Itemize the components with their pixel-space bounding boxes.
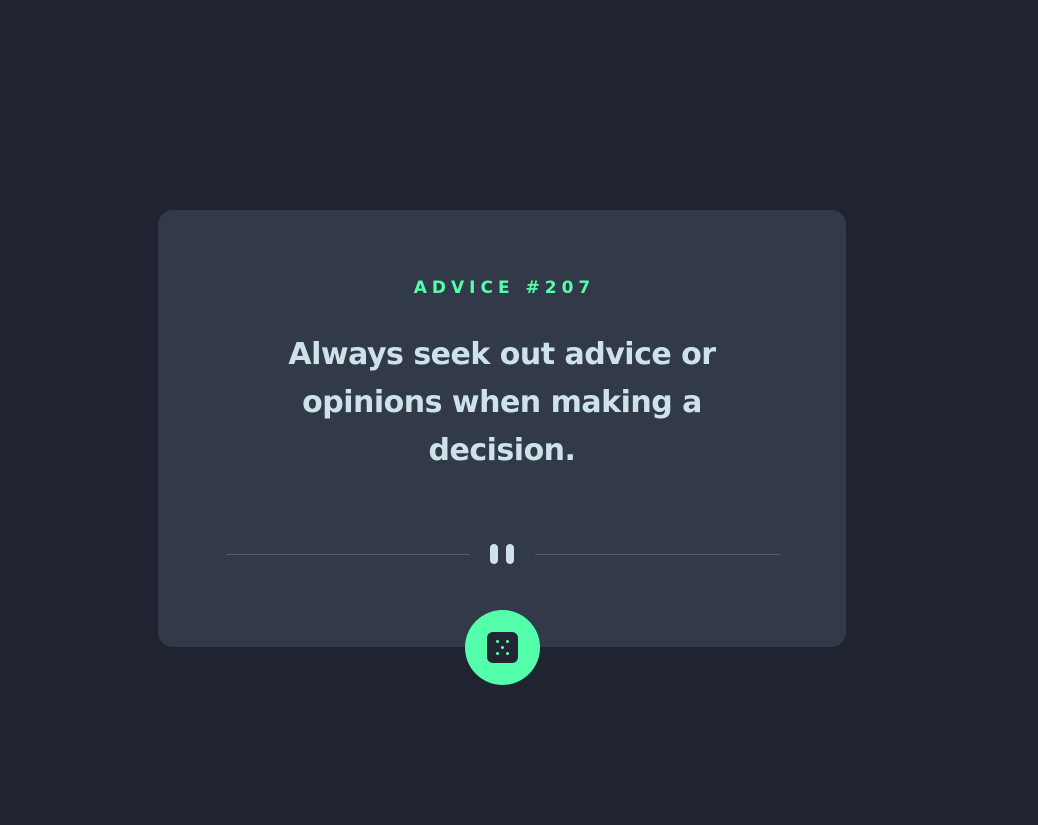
pause-bar-left xyxy=(490,544,498,564)
pause-bar-right xyxy=(506,544,514,564)
dice-pip xyxy=(506,640,509,643)
advice-quote: Always seek out advice or opinions when … xyxy=(288,337,716,468)
dice-pip xyxy=(496,652,499,655)
advice-card: ADVICE #207 Always seek out advice or op… xyxy=(158,210,846,685)
pause-quote-icon xyxy=(489,544,517,564)
dice-pip xyxy=(496,640,499,643)
generate-advice-button[interactable] xyxy=(465,610,540,685)
pattern-divider xyxy=(226,544,780,564)
advice-number: ADVICE #207 xyxy=(413,278,596,298)
dice-pip xyxy=(501,646,504,649)
divider-line-right xyxy=(535,554,780,555)
dice-pip xyxy=(506,652,509,655)
dice-icon xyxy=(487,632,518,663)
divider-line-left xyxy=(226,554,470,555)
